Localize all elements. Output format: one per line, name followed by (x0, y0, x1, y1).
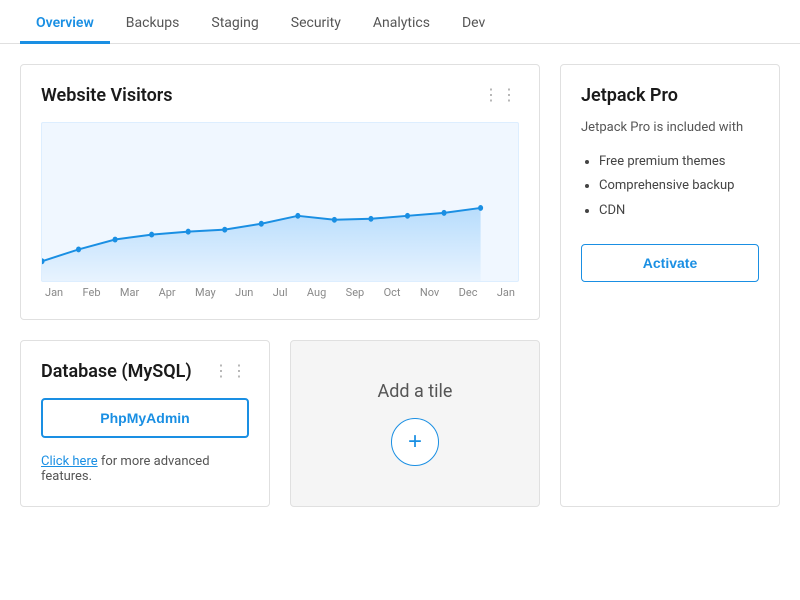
visitors-card: Website Visitors ⋮⋮ (20, 64, 540, 320)
nav-tab-dev[interactable]: Dev (446, 5, 501, 44)
nav-tab-staging[interactable]: Staging (195, 5, 274, 44)
phpmyadmin-button[interactable]: PhpMyAdmin (41, 398, 249, 438)
visitors-menu-icon[interactable]: ⋮⋮ (483, 85, 519, 104)
main-content: Website Visitors ⋮⋮ (0, 44, 800, 527)
chart-month-labels: Jan Feb Mar Apr May Jun Jul Aug Sep Oct … (41, 286, 519, 299)
nav-tab-backups[interactable]: Backups (110, 5, 196, 44)
jetpack-feature-3: CDN (599, 199, 759, 224)
jetpack-title: Jetpack Pro (581, 85, 759, 106)
chart-svg (42, 123, 518, 281)
jetpack-feature-2: Comprehensive backup (599, 174, 759, 199)
activate-button[interactable]: Activate (581, 244, 759, 282)
database-title: Database (MySQL) (41, 361, 192, 382)
add-tile-card: Add a tile + (290, 340, 540, 507)
bottom-grid: Database (MySQL) ⋮⋮ PhpMyAdmin Click her… (20, 340, 540, 507)
database-link-text: Click here for more advanced features. (41, 454, 249, 484)
jetpack-feature-1: Free premium themes (599, 150, 759, 175)
database-card: Database (MySQL) ⋮⋮ PhpMyAdmin Click her… (20, 340, 270, 507)
visitors-chart (41, 122, 519, 282)
nav-tab-analytics[interactable]: Analytics (357, 5, 446, 44)
visitors-title: Website Visitors (41, 85, 173, 106)
add-tile-label: Add a tile (378, 381, 453, 402)
jetpack-description: Jetpack Pro is included with (581, 118, 759, 138)
database-advanced-link[interactable]: Click here (41, 454, 98, 469)
nav-tab-security[interactable]: Security (275, 5, 357, 44)
database-menu-icon[interactable]: ⋮⋮ (213, 361, 249, 380)
nav-bar: OverviewBackupsStagingSecurityAnalyticsD… (0, 0, 800, 44)
nav-tab-overview[interactable]: Overview (20, 5, 110, 44)
add-tile-button[interactable]: + (391, 418, 439, 466)
jetpack-card: Jetpack Pro Jetpack Pro is included with… (560, 64, 780, 507)
jetpack-features-list: Free premium themes Comprehensive backup… (581, 150, 759, 224)
